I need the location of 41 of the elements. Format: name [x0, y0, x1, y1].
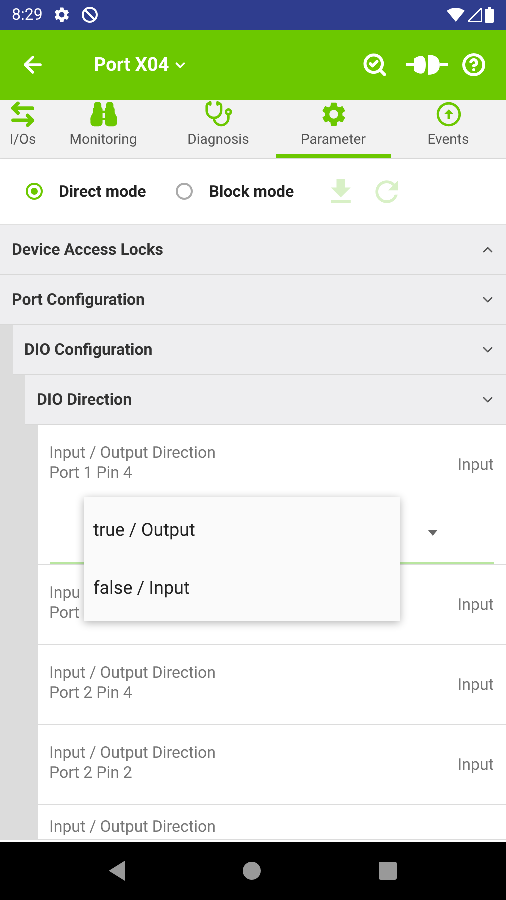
- menu-item[interactable]: false / Input: [84, 559, 400, 617]
- parameter-value: Input: [458, 754, 494, 776]
- tab[interactable]: Monitoring: [46, 100, 161, 158]
- parameter-value: Input: [458, 594, 494, 616]
- parameter-port: Port 2 Pin 2: [50, 763, 134, 783]
- parameter-value: Input: [458, 674, 494, 696]
- parameter-name: Input / Output Direction: [50, 443, 216, 463]
- parameter-port: Port: [50, 603, 80, 623]
- status-time: 8:29: [12, 4, 43, 26]
- parameter-name: Input / Output Direction: [50, 817, 216, 837]
- signal-icon: [468, 8, 482, 22]
- section-header[interactable]: DIO Configuration: [12, 325, 506, 375]
- help-button[interactable]: [462, 53, 486, 77]
- section-header[interactable]: Device Access Locks: [0, 225, 506, 275]
- recents-icon[interactable]: [379, 862, 397, 880]
- back-icon[interactable]: [109, 861, 125, 881]
- parameter-port: Port 2 Pin 4: [50, 683, 134, 703]
- battery-icon: [485, 7, 494, 23]
- parameter-name: Input / Output Direction: [50, 663, 216, 683]
- wifi-icon: [447, 8, 465, 22]
- menu-item[interactable]: true / Output: [84, 501, 400, 559]
- gear-icon: [52, 6, 71, 24]
- parameter-name: Input / Output Direction: [50, 743, 216, 763]
- sync-disabled-icon: [80, 6, 99, 24]
- dropdown-arrow-icon: [428, 530, 438, 536]
- mode-radio[interactable]: Direct mode: [26, 180, 146, 204]
- tab[interactable]: Diagnosis: [161, 100, 276, 158]
- connector-button[interactable]: [406, 53, 448, 77]
- home-icon[interactable]: [243, 862, 261, 880]
- tab[interactable]: I/Os: [0, 100, 46, 158]
- parameter-name: Inpu: [50, 583, 80, 603]
- tab[interactable]: Parameter: [276, 100, 391, 158]
- radio-button[interactable]: [176, 183, 194, 200]
- radio-button[interactable]: [26, 183, 43, 200]
- parameter-port: Port 1 Pin 4: [50, 463, 134, 483]
- tab[interactable]: Events: [391, 100, 506, 158]
- section-header[interactable]: Port Configuration: [0, 275, 506, 325]
- parameter-value: Input: [458, 454, 494, 476]
- mode-radio[interactable]: Block mode: [176, 180, 294, 204]
- section-header[interactable]: DIO Direction: [25, 375, 506, 425]
- settings-search-button[interactable]: [362, 52, 388, 78]
